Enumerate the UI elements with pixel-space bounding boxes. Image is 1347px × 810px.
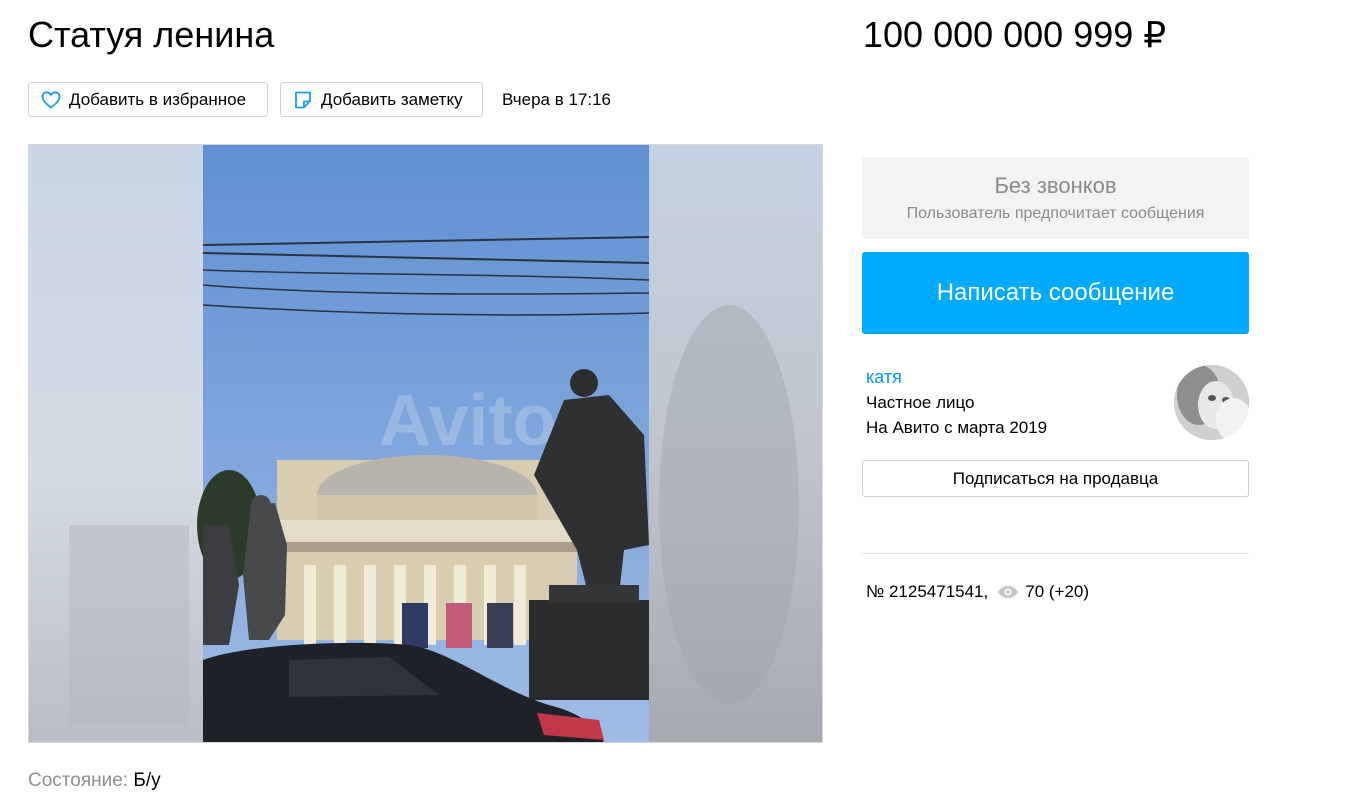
avatar-image [1174,365,1249,440]
condition-value: Б/у [133,770,161,791]
seller-type: Частное лицо [866,393,975,412]
heart-icon [41,90,61,109]
add-to-favorites-label: Добавить в избранное [69,89,247,109]
divider [862,553,1249,554]
views-count: 70 (+20) [1025,582,1090,601]
listing-photo: Avito [29,145,822,742]
posted-date: Вчера в 17:16 [502,90,612,109]
seller-avatar[interactable] [1174,365,1249,440]
listing-photo-gallery[interactable]: Avito [28,144,823,743]
subscribe-seller-button[interactable]: Подписаться на продавца [862,460,1249,497]
condition-row: Состояние: Б/у [28,770,161,792]
add-note-button[interactable]: Добавить заметку [280,82,483,117]
listing-price: 100 000 000 999 ₽ [863,14,1167,55]
listing-stats: № 2125471541, 70 (+20) [866,582,1089,602]
eye-icon [998,586,1019,598]
no-calls-title: Без звонков [994,173,1117,198]
seller-since: На Авито с марта 2019 [866,418,1048,437]
listing-id: № 2125471541, [866,582,989,601]
note-icon [295,91,311,108]
no-calls-notice: Без звонков Пользователь предпочитает со… [862,157,1249,239]
write-message-button[interactable]: Написать сообщение [862,252,1249,334]
seller-name-link[interactable]: катя [866,367,902,388]
listing-title: Статуя ленина [28,14,275,55]
condition-label: Состояние: [28,770,129,791]
no-calls-subtitle: Пользователь предпочитает сообщения [906,205,1205,222]
add-to-favorites-button[interactable]: Добавить в избранное [28,82,268,117]
avito-watermark: Avito [379,381,556,461]
add-note-label: Добавить заметку [321,89,463,109]
